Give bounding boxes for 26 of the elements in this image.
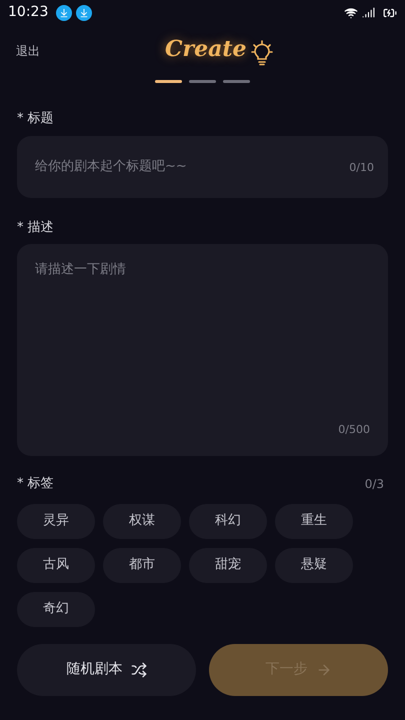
tag-chip[interactable]: 甜宠 (189, 548, 267, 582)
status-time: 10:23 (8, 3, 48, 22)
wifi-icon (344, 6, 358, 20)
tag-chip[interactable]: 悬疑 (275, 548, 353, 582)
arrow-right-icon (316, 662, 332, 678)
tag-chip[interactable]: 都市 (103, 548, 181, 582)
shuffle-icon (130, 662, 146, 678)
tag-chip[interactable]: 奇幻 (17, 592, 95, 626)
signal-icon (362, 6, 375, 19)
download-icon (76, 4, 92, 20)
field-label: * 描述 (17, 218, 55, 236)
tag-chip[interactable]: 古风 (17, 548, 95, 582)
char-counter: 0/500 (338, 422, 370, 438)
download-icon (56, 4, 72, 20)
random-script-button[interactable]: 随机剧本 (17, 644, 196, 696)
tag-chip[interactable]: 重生 (275, 504, 353, 538)
field-label: * 标题 (17, 110, 55, 128)
tag-counter: 0/3 (364, 476, 384, 493)
exit-button[interactable]: 退出 (16, 42, 40, 60)
lightbulb-icon (250, 40, 273, 66)
tag-chip[interactable]: 权谋 (103, 504, 181, 538)
tag-chip[interactable]: 灵异 (17, 504, 95, 538)
field-label: * 标签 (17, 475, 54, 493)
tag-chip[interactable]: 科幻 (189, 504, 267, 538)
create-logo: Create (165, 35, 247, 64)
char-counter: 0/10 (349, 160, 374, 176)
